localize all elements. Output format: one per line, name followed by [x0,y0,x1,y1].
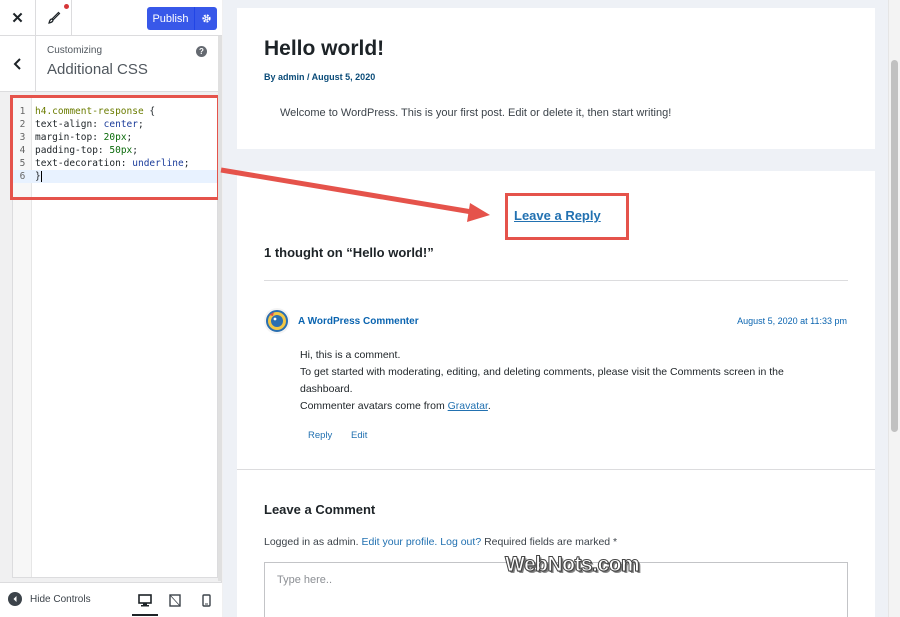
code-token: ; [132,145,138,156]
customizing-breadcrumb: Customizing [47,45,103,56]
preview-scrollbar[interactable] [888,0,900,617]
code-text: text-decoration: underline; [32,157,189,170]
notification-dot [64,4,69,9]
comment-date[interactable]: August 5, 2020 at 11:33 pm [737,316,847,326]
avatar [264,308,290,334]
code-token: h4 [35,106,47,117]
scrollbar-thumb[interactable] [891,60,898,432]
comment-line-3-prefix: Commenter avatars come from [300,400,448,412]
tablet-preview-button[interactable] [166,592,184,608]
divider [264,280,848,281]
logged-in-prefix: Logged in as admin. [264,536,362,548]
close-icon: ✕ [11,10,24,27]
help-icon[interactable]: ? [196,46,207,57]
brush-icon [47,11,60,24]
edit-link[interactable]: Edit [351,430,367,441]
code-text: } [32,170,42,183]
code-token: : [97,145,110,156]
required-fields-note: Required fields are marked * [481,536,618,548]
code-token: ; [183,158,190,169]
comments-heading: 1 thought on “Hello world!” [264,245,434,260]
code-line[interactable]: 5 text-decoration: underline; [13,157,217,170]
line-number: 3 [19,132,26,143]
code-text: padding-top: 50px; [32,144,138,157]
code-line[interactable]: 4 padding-top: 50px; [13,144,217,157]
sidebar-scrollbar[interactable] [218,36,222,581]
code-token: : [120,158,133,169]
customizer-topbar: ✕ Publish [0,0,222,36]
publish-settings-button[interactable] [195,7,217,30]
line-number: 5 [19,158,26,169]
post-card: Hello world! By admin / August 5, 2020 W… [237,8,875,149]
section-title: Additional CSS [47,61,148,78]
customizer-sidebar: ✕ Publish Customizing Additional CSS ? 1… [0,0,222,617]
post-meta[interactable]: By admin / August 5, 2020 [264,72,375,82]
line-number: 6 [19,171,26,182]
code-token: ; [126,132,133,143]
log-out-link[interactable]: Log out? [440,536,481,548]
code-token: ; [137,119,144,130]
code-token: : [92,132,104,143]
webnots-watermark: WebNots.com [504,553,640,577]
code-text: margin-top: 20px; [32,131,132,144]
mobile-preview-button[interactable] [197,592,215,608]
code-token: { [149,106,156,117]
back-button[interactable] [0,36,36,91]
reply-link[interactable]: Reply [308,430,332,441]
code-token: .comment-response [46,106,150,117]
leave-reply-link[interactable]: Leave a Reply [514,208,601,223]
line-number: 1 [19,106,26,117]
comment-line-1: Hi, this is a comment. [300,349,401,361]
desktop-preview-button[interactable] [132,592,158,616]
leave-comment-heading: Leave a Comment [264,502,376,517]
commenter-name[interactable]: A WordPress Commenter [298,316,419,327]
code-text: h4.comment-response { [32,105,155,118]
edit-profile-link[interactable]: Edit your profile. [361,536,437,548]
text-cursor [40,171,42,182]
post-body: Welcome to WordPress. This is your first… [280,107,672,119]
code-token: center [103,119,138,130]
code-line[interactable]: 3 margin-top: 20px; [13,131,217,144]
code-line[interactable]: 6} [13,170,217,183]
comment-line-3: Commenter avatars come from Gravatar. [300,398,820,415]
close-customizer-button[interactable]: ✕ [0,0,36,36]
chevron-left-icon [13,57,21,70]
code-token: text-align [35,119,93,130]
css-code-editor[interactable]: 1 h4.comment-response {2 text-align: cente… [12,96,218,578]
gravatar-link[interactable]: Gravatar [448,400,488,412]
code-token: 20px [103,132,127,143]
line-number: 4 [19,145,26,156]
comment-line-2: To get started with moderating, editing,… [300,366,784,395]
divider [237,469,875,470]
publish-button[interactable]: Publish [147,7,195,30]
logged-in-note: Logged in as admin. Edit your profile. L… [264,536,617,548]
code-token: underline [132,158,184,169]
code-token: text-decoration [35,158,121,169]
comment-line-3-suffix: . [487,400,491,412]
code-token: padding-top [35,145,98,156]
section-header: Customizing Additional CSS ? [0,36,222,92]
gear-icon [201,14,211,23]
wordpress-avatar-icon [266,310,288,332]
code-text: text-align: center; [32,118,144,131]
mobile-icon [201,593,211,607]
line-number: 2 [19,119,26,130]
comment-text: Hi, this is a comment. To get started wi… [300,347,820,415]
code-line[interactable]: 2 text-align: center; [13,118,217,131]
code-lines: 1 h4.comment-response {2 text-align: cente… [13,105,217,183]
code-line[interactable]: 1 h4.comment-response { [13,105,217,118]
customizer-footer: Hide Controls [0,582,222,617]
code-token: : [92,119,104,130]
code-token: margin-top [35,132,93,143]
tablet-icon [169,593,181,607]
publish-group: Publish [147,7,217,30]
code-token: 50px [109,145,133,156]
comments-card: Leave a Reply 1 thought on “Hello world!… [237,171,875,617]
site-preview: Hello world! By admin / August 5, 2020 W… [223,0,888,617]
hide-controls-label: Hide Controls [30,593,91,605]
post-title[interactable]: Hello world! [264,37,384,61]
hide-controls-button[interactable]: Hide Controls [8,592,91,606]
desktop-icon [138,593,152,606]
hide-controls-icon [8,592,22,606]
